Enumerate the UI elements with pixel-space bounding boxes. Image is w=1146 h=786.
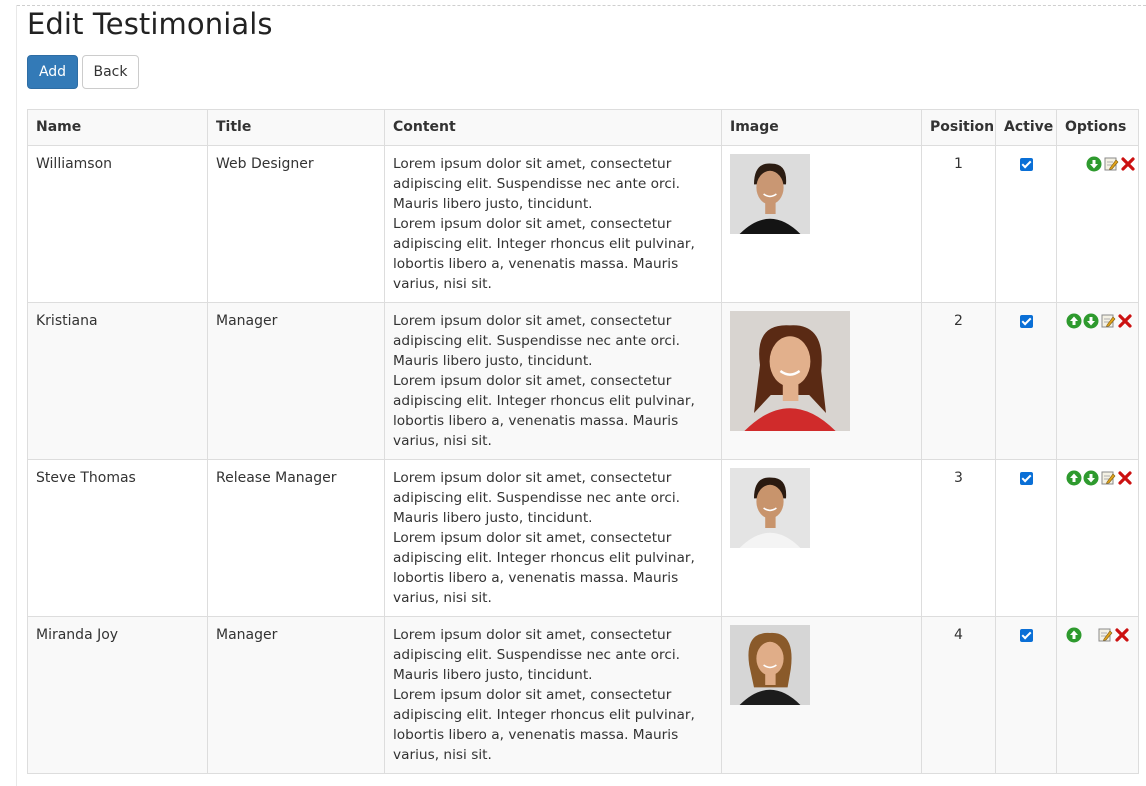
row-options xyxy=(1065,468,1133,486)
position-cell: 1 xyxy=(921,145,996,303)
testimonial-title: Release Manager xyxy=(216,470,337,486)
column-header-content: Content xyxy=(384,109,722,146)
move-up-icon[interactable] xyxy=(1066,627,1082,643)
testimonial-content-paragraph-2: Lorem ipsum dolor sit amet, consectetur … xyxy=(393,687,695,763)
position-value: 3 xyxy=(954,470,963,486)
content-cell: Lorem ipsum dolor sit amet, consectetur … xyxy=(384,616,722,774)
content-cell: Lorem ipsum dolor sit amet, consectetur … xyxy=(384,145,722,303)
title-cell: Release Manager xyxy=(207,459,385,617)
move-down-icon[interactable] xyxy=(1083,313,1099,329)
row-options xyxy=(1065,625,1130,643)
testimonial-content-paragraph-1: Lorem ipsum dolor sit amet, consectetur … xyxy=(393,627,680,683)
icon-spacer xyxy=(1083,627,1096,643)
active-checkbox[interactable] xyxy=(1019,472,1033,485)
move-up-icon[interactable] xyxy=(1066,313,1082,329)
testimonial-name: Kristiana xyxy=(36,313,98,329)
testimonial-photo xyxy=(730,154,810,234)
name-cell: Kristiana xyxy=(27,302,208,460)
testimonial-content-paragraph-2: Lorem ipsum dolor sit amet, consectetur … xyxy=(393,373,695,449)
edit-icon[interactable] xyxy=(1100,313,1116,329)
move-down-icon[interactable] xyxy=(1086,156,1102,172)
title-cell: Web Designer xyxy=(207,145,385,303)
active-checkbox[interactable] xyxy=(1019,315,1033,328)
testimonial-photo xyxy=(730,468,810,548)
table-row: Miranda Joy Manager Lorem ipsum dolor si… xyxy=(27,616,1139,774)
testimonial-title: Web Designer xyxy=(216,156,314,172)
column-header-title: Title xyxy=(207,109,385,146)
testimonial-name: Miranda Joy xyxy=(36,627,119,643)
column-header-image: Image xyxy=(721,109,922,146)
testimonial-content-paragraph-1: Lorem ipsum dolor sit amet, consectetur … xyxy=(393,313,680,369)
content-cell: Lorem ipsum dolor sit amet, consectetur … xyxy=(384,302,722,460)
delete-icon[interactable] xyxy=(1117,470,1133,486)
active-cell xyxy=(995,616,1057,774)
table-header-row: Name Title Content Image Position Active… xyxy=(27,109,1139,146)
name-cell: Steve Thomas xyxy=(27,459,208,617)
testimonial-photo xyxy=(730,311,850,431)
column-header-options: Options xyxy=(1056,109,1139,146)
top-divider xyxy=(17,5,1146,6)
position-value: 2 xyxy=(954,313,963,329)
testimonial-content-paragraph-1: Lorem ipsum dolor sit amet, consectetur … xyxy=(393,470,680,526)
edit-icon[interactable] xyxy=(1100,470,1116,486)
delete-icon[interactable] xyxy=(1120,156,1136,172)
title-cell: Manager xyxy=(207,616,385,774)
page-title: Edit Testimonials xyxy=(27,7,273,41)
testimonial-content-paragraph-2: Lorem ipsum dolor sit amet, consectetur … xyxy=(393,216,695,292)
row-options xyxy=(1065,311,1133,329)
table-row: Steve Thomas Release Manager Lorem ipsum… xyxy=(27,459,1139,617)
table-row: Williamson Web Designer Lorem ipsum dolo… xyxy=(27,145,1139,303)
options-cell xyxy=(1056,145,1139,303)
delete-icon[interactable] xyxy=(1114,627,1130,643)
options-cell xyxy=(1056,616,1139,774)
move-up-icon[interactable] xyxy=(1066,470,1082,486)
position-value: 1 xyxy=(954,156,963,172)
title-cell: Manager xyxy=(207,302,385,460)
image-cell xyxy=(721,302,922,460)
edit-icon[interactable] xyxy=(1103,156,1119,172)
active-cell xyxy=(995,459,1057,617)
position-cell: 3 xyxy=(921,459,996,617)
testimonial-name: Steve Thomas xyxy=(36,470,136,486)
testimonial-content-paragraph-1: Lorem ipsum dolor sit amet, consectetur … xyxy=(393,156,680,212)
active-checkbox[interactable] xyxy=(1019,629,1033,642)
options-cell xyxy=(1056,302,1139,460)
image-cell xyxy=(721,145,922,303)
column-header-active: Active xyxy=(995,109,1057,146)
back-button[interactable]: Back xyxy=(82,55,139,89)
testimonial-content-paragraph-2: Lorem ipsum dolor sit amet, consectetur … xyxy=(393,530,695,606)
move-down-icon[interactable] xyxy=(1083,470,1099,486)
testimonial-title: Manager xyxy=(216,627,278,643)
testimonial-photo xyxy=(730,625,810,705)
position-cell: 2 xyxy=(921,302,996,460)
image-cell xyxy=(721,459,922,617)
name-cell: Williamson xyxy=(27,145,208,303)
testimonial-title: Manager xyxy=(216,313,278,329)
testimonials-table: Name Title Content Image Position Active… xyxy=(27,109,1139,774)
table-row: Kristiana Manager Lorem ipsum dolor sit … xyxy=(27,302,1139,460)
row-options xyxy=(1065,154,1135,172)
left-divider xyxy=(16,5,17,786)
options-cell xyxy=(1056,459,1139,617)
content-cell: Lorem ipsum dolor sit amet, consectetur … xyxy=(384,459,722,617)
delete-icon[interactable] xyxy=(1117,313,1133,329)
position-cell: 4 xyxy=(921,616,996,774)
column-header-position: Position xyxy=(921,109,996,146)
image-cell xyxy=(721,616,922,774)
edit-icon[interactable] xyxy=(1097,627,1113,643)
testimonial-name: Williamson xyxy=(36,156,113,172)
column-header-name: Name xyxy=(27,109,208,146)
active-cell xyxy=(995,145,1057,303)
active-cell xyxy=(995,302,1057,460)
add-button[interactable]: Add xyxy=(27,55,78,89)
active-checkbox[interactable] xyxy=(1019,158,1033,171)
position-value: 4 xyxy=(954,627,963,643)
name-cell: Miranda Joy xyxy=(27,616,208,774)
